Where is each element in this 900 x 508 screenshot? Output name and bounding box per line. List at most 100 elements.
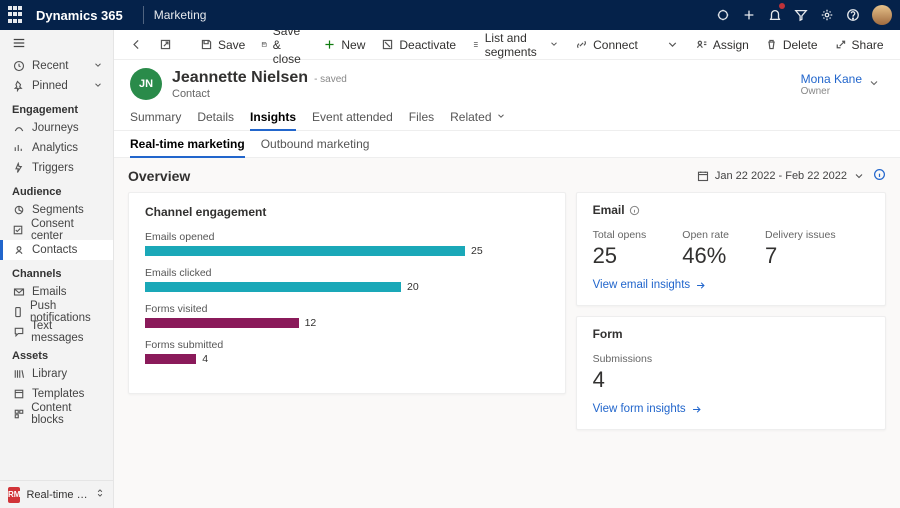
sidebar-item-templates[interactable]: Templates bbox=[0, 384, 113, 404]
sidebar-item-triggers[interactable]: Triggers bbox=[0, 158, 113, 178]
tab-related[interactable]: Related bbox=[450, 104, 505, 130]
open-new-window-button[interactable] bbox=[153, 31, 178, 59]
subtab-obm[interactable]: Outbound marketing bbox=[261, 131, 370, 157]
clock-icon bbox=[12, 60, 26, 72]
cmd-label: Delete bbox=[783, 38, 818, 52]
sidebar-item-label: Library bbox=[32, 368, 67, 380]
tab-insights[interactable]: Insights bbox=[250, 104, 296, 130]
chart-bar-value: 20 bbox=[407, 281, 419, 293]
sidebar-item-texts[interactable]: Text messages bbox=[0, 322, 113, 342]
sidebar-item-label: Analytics bbox=[32, 142, 78, 154]
deactivate-button[interactable]: Deactivate bbox=[375, 31, 462, 59]
info-icon[interactable] bbox=[873, 168, 886, 184]
sidebar-item-emails[interactable]: Emails bbox=[0, 282, 113, 302]
stat-label: Submissions bbox=[593, 353, 653, 365]
chart-bar bbox=[145, 246, 465, 256]
stat-label: Delivery issues bbox=[765, 229, 836, 241]
global-header: Dynamics 365 Marketing bbox=[0, 0, 900, 30]
share-button[interactable]: Share bbox=[828, 31, 890, 59]
delete-button[interactable]: Delete bbox=[759, 31, 824, 59]
chart-bar-value: 4 bbox=[202, 353, 208, 365]
chart-bar-value: 12 bbox=[305, 317, 317, 329]
assign-button[interactable]: Assign bbox=[689, 31, 755, 59]
subtab-rtm[interactable]: Real-time marketing bbox=[130, 131, 245, 157]
sidebar-group-channels: Channels bbox=[0, 264, 113, 282]
view-email-insights-link[interactable]: View email insights bbox=[593, 279, 869, 291]
view-form-insights-link[interactable]: View form insights bbox=[593, 403, 869, 415]
sidebar-item-blocks[interactable]: Content blocks bbox=[0, 404, 113, 424]
arrow-right-icon bbox=[695, 280, 706, 291]
sidebar-label: Pinned bbox=[32, 80, 68, 92]
info-icon[interactable] bbox=[629, 205, 640, 216]
sidebar-group-engagement: Engagement bbox=[0, 100, 113, 118]
pin-icon bbox=[12, 80, 26, 92]
tab-summary[interactable]: Summary bbox=[130, 104, 181, 130]
save-button[interactable]: Save bbox=[194, 31, 251, 59]
segments-icon bbox=[12, 204, 26, 216]
push-icon bbox=[12, 306, 24, 318]
gear-icon[interactable] bbox=[814, 0, 840, 30]
stat-label: Open rate bbox=[682, 229, 729, 241]
arrow-right-icon bbox=[691, 404, 702, 415]
area-label: Real-time marketi.. bbox=[26, 489, 89, 501]
save-close-button[interactable]: Save & close bbox=[255, 31, 313, 59]
chevron-down-icon bbox=[549, 38, 559, 52]
help-icon[interactable] bbox=[840, 0, 866, 30]
tab-details[interactable]: Details bbox=[197, 104, 234, 130]
header-divider bbox=[143, 6, 144, 24]
stat-submissions: 4 bbox=[593, 367, 653, 393]
cmd-label: New bbox=[341, 38, 365, 52]
form-tabs: Summary Details Insights Event attended … bbox=[114, 104, 900, 131]
list-segments-button[interactable]: List and segments bbox=[466, 31, 565, 59]
user-avatar[interactable] bbox=[872, 5, 892, 25]
sidebar-item-label: Journeys bbox=[32, 122, 79, 134]
sidebar-item-analytics[interactable]: Analytics bbox=[0, 138, 113, 158]
sidebar-item-label: Consent center bbox=[31, 218, 103, 242]
calendar-icon bbox=[697, 170, 709, 182]
lightbulb-icon[interactable] bbox=[710, 0, 736, 30]
chart-bar-label: Forms submitted bbox=[145, 339, 549, 351]
card-title: Email bbox=[593, 203, 625, 217]
contacts-icon bbox=[12, 244, 26, 256]
area-switcher[interactable]: RM Real-time marketi.. bbox=[0, 480, 113, 508]
sidebar-item-segments[interactable]: Segments bbox=[0, 200, 113, 220]
sidebar-item-consent[interactable]: Consent center bbox=[0, 220, 113, 240]
sidebar-group-assets: Assets bbox=[0, 346, 113, 364]
insights-body: Overview Jan 22 2022 - Feb 22 2022 Chann… bbox=[114, 158, 900, 508]
record-title: Jeannette Nielsen bbox=[172, 69, 308, 87]
plus-icon[interactable] bbox=[736, 0, 762, 30]
card-title: Form bbox=[593, 327, 623, 341]
chart-bar-row: Forms visited12 bbox=[145, 303, 549, 329]
date-range-picker[interactable]: Jan 22 2022 - Feb 22 2022 bbox=[697, 170, 865, 182]
connect-split-button[interactable] bbox=[660, 31, 685, 59]
filter-icon[interactable] bbox=[788, 0, 814, 30]
sidebar: Recent Pinned Engagement Journeys Analyt… bbox=[0, 30, 114, 508]
bell-icon[interactable] bbox=[762, 0, 788, 30]
sidebar-item-journeys[interactable]: Journeys bbox=[0, 118, 113, 138]
chart-bar-label: Emails opened bbox=[145, 231, 549, 243]
overview-title: Overview bbox=[128, 168, 190, 184]
hamburger-icon[interactable] bbox=[0, 30, 113, 56]
chart-bar-row: Emails clicked20 bbox=[145, 267, 549, 293]
sidebar-pinned[interactable]: Pinned bbox=[0, 76, 113, 96]
tab-events[interactable]: Event attended bbox=[312, 104, 393, 130]
tab-files[interactable]: Files bbox=[409, 104, 434, 130]
chart-bar bbox=[145, 354, 196, 364]
blocks-icon bbox=[12, 408, 25, 420]
sidebar-recent[interactable]: Recent bbox=[0, 56, 113, 76]
record-entity: Contact bbox=[172, 88, 347, 100]
more-commands-button[interactable] bbox=[894, 31, 900, 59]
sidebar-item-library[interactable]: Library bbox=[0, 364, 113, 384]
owner-field[interactable]: Mona Kane Owner bbox=[801, 72, 884, 97]
connect-button[interactable]: Connect bbox=[569, 31, 644, 59]
chevron-down-icon bbox=[868, 77, 880, 92]
cmd-label: List and segments bbox=[485, 31, 542, 59]
header-area: Marketing bbox=[154, 8, 207, 22]
back-button[interactable] bbox=[124, 31, 149, 59]
sidebar-item-push[interactable]: Push notifications bbox=[0, 302, 113, 322]
area-badge: RM bbox=[8, 487, 20, 503]
new-button[interactable]: New bbox=[317, 31, 371, 59]
app-launcher-icon[interactable] bbox=[8, 6, 26, 24]
sidebar-item-contacts[interactable]: Contacts bbox=[0, 240, 113, 260]
email-card: Email Total opens25 Open rate46% Deliver… bbox=[576, 192, 886, 306]
